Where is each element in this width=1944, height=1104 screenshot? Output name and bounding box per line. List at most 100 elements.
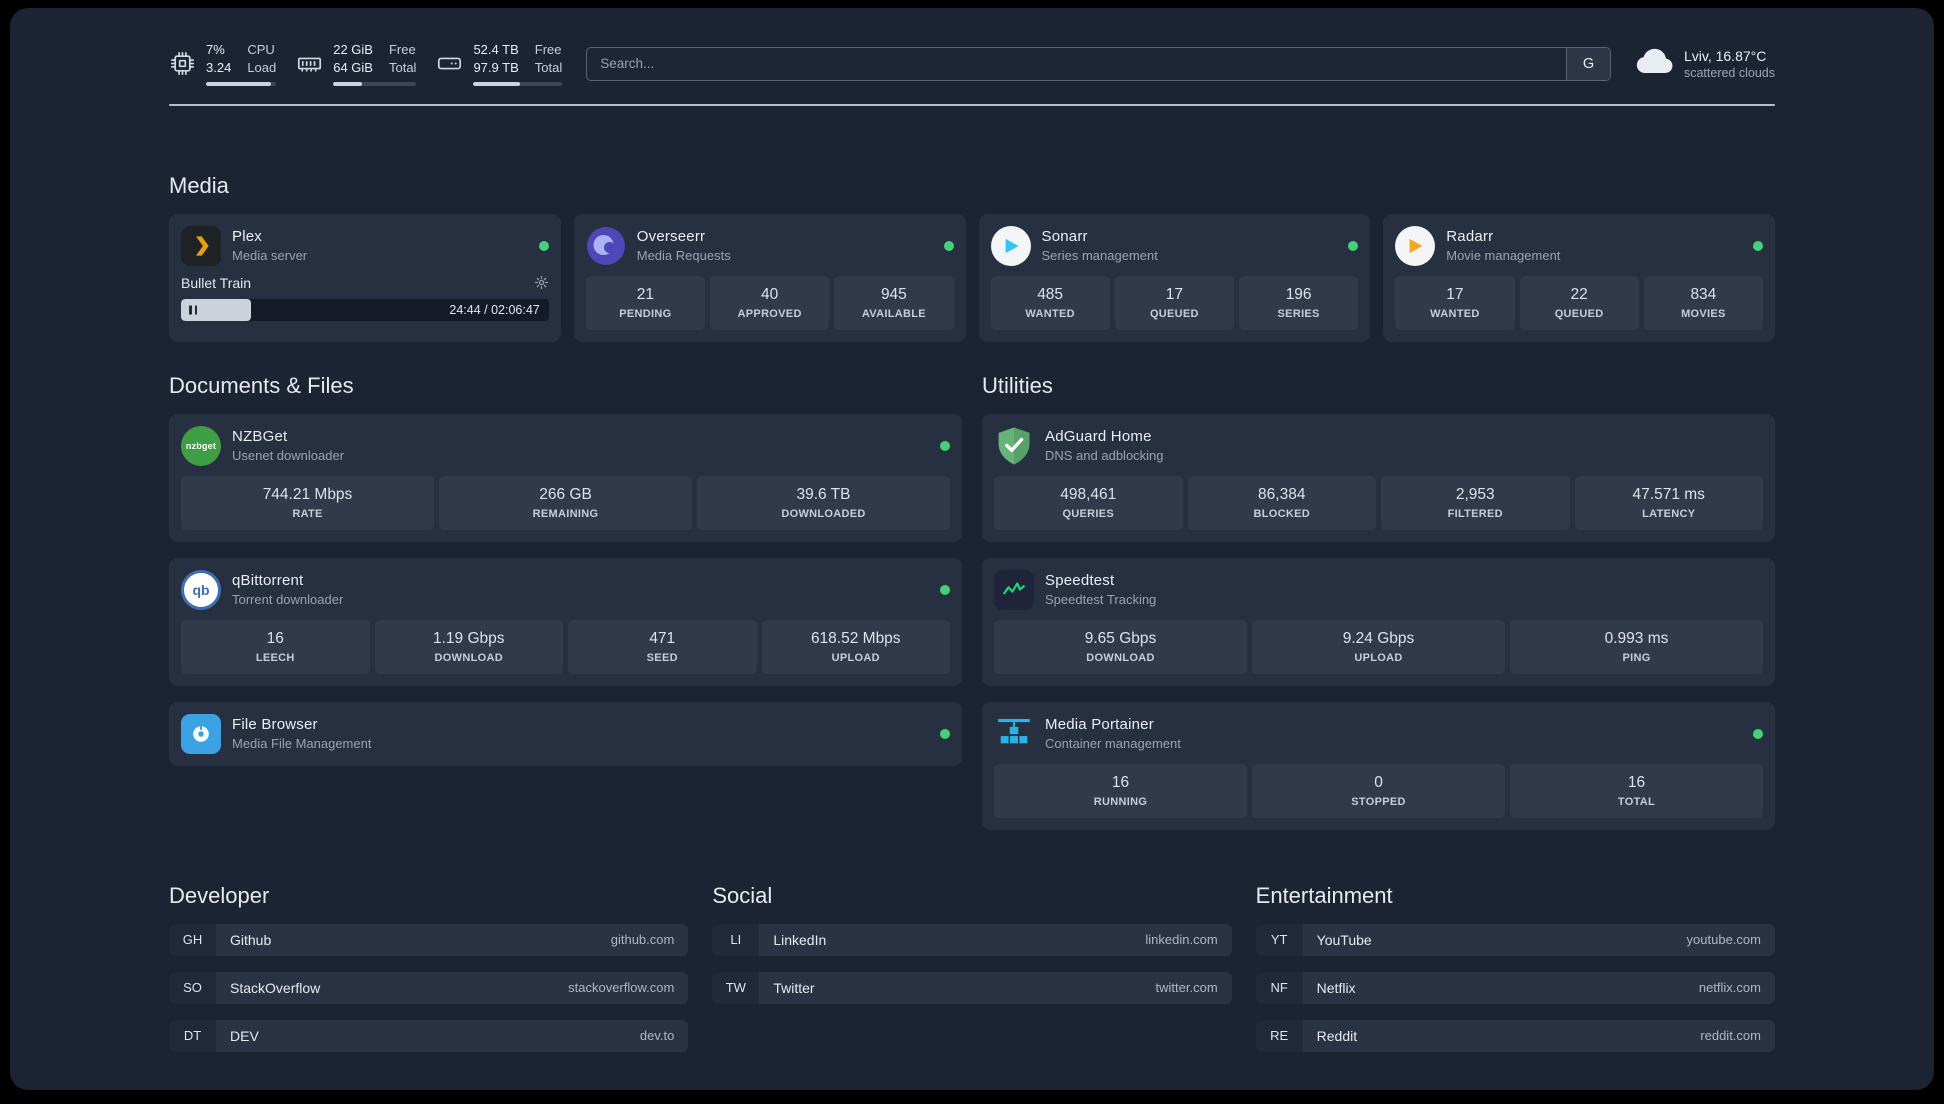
bookmark-name: LinkedIn [773,931,827,948]
service-text: Sonarr Series management [1042,228,1158,263]
bookmark-name: StackOverflow [230,979,321,996]
status-dot [940,728,950,739]
bookmark-dev[interactable]: DT DEV dev.to [169,1019,689,1052]
service-description: Usenet downloader [232,448,345,464]
service-card-nzbget[interactable]: nzbget NZBGet Usenet downloader 744.21 M… [169,413,962,542]
service-card-radarr[interactable]: Radarr Movie management 17 WANTED 22 QUE… [1383,213,1775,342]
service-card-qbittorrent[interactable]: qb qBittorrent Torrent downloader 16 LEE… [169,557,962,686]
service-name: NZBGet [232,428,288,446]
memory-total-value: 64 GiB [333,59,373,75]
section-media: Media Plex Media server Bullet Train 24:… [169,172,1775,342]
search-input[interactable] [587,47,1566,80]
bookmark-list: GH Github github.com SO StackOverflow st… [169,923,689,1052]
bookmark-abbr: GH [169,923,216,956]
service-text: File Browser Media File Management [232,716,371,751]
stat-value: 9.24 Gbps [1342,629,1415,647]
bookmark-reddit[interactable]: RE Reddit reddit.com [1255,1019,1775,1052]
bookmark-body: YouTube youtube.com [1302,923,1775,956]
cpu-progress-bar [206,81,277,86]
now-playing-title: Bullet Train [181,274,252,291]
stat-tile: 498,461 QUERIES [994,475,1183,530]
service-card-overseerr[interactable]: Overseerr Media Requests 21 PENDING 40 A… [573,213,966,342]
stat-label: QUEUED [1149,307,1199,320]
status-dot [1753,240,1763,251]
adguard-icon [994,426,1034,466]
status-dot [940,440,950,451]
bookmark-name: Twitter [773,979,815,996]
service-description: Series management [1041,248,1158,264]
service-name: Speedtest [1045,572,1115,590]
stat-label: LATENCY [1642,507,1696,520]
stat-value: 471 [649,629,676,647]
bookmark-body: DEV dev.to [216,1019,689,1052]
stat-label: LEECH [255,651,295,664]
filebrowser-icon [181,713,221,754]
service-card-filebrowser[interactable]: File Browser Media File Management [169,701,962,766]
stat-label: FILTERED [1447,507,1503,520]
stat-tile: 471 SEED [568,619,757,674]
stat-value: 47.571 ms [1632,485,1705,503]
service-card-sonarr[interactable]: Sonarr Series management 485 WANTED 17 Q… [978,213,1371,342]
memory-readout: 22 GiB Free 64 GiB Total [333,42,417,86]
stat-tile: 485 WANTED [990,275,1110,330]
stat-tile: 266 GB REMAINING [439,475,692,530]
bookmark-name: Github [230,931,272,948]
stat-tile: 40 APPROVED [710,275,830,330]
disk-total-label: Total [534,59,563,75]
bookmark-stackoverflow[interactable]: SO StackOverflow stackoverflow.com [169,971,689,1004]
gear-icon[interactable] [534,275,549,290]
cpu-readout: 7% CPU 3.24 Load [206,42,277,86]
service-header: Plex Media server [181,225,549,266]
section-title-media: Media [169,172,229,198]
service-description: DNS and adblocking [1045,448,1164,464]
stat-tile: 17 QUEUED [1114,275,1234,330]
service-card-adguard[interactable]: AdGuard Home DNS and adblocking 498,461 … [982,413,1775,542]
service-name: Radarr [1446,228,1494,246]
stat-tile: 22 QUEUED [1519,275,1639,330]
stat-label: RUNNING [1093,795,1148,808]
service-card-portainer[interactable]: Media Portainer Container management 16 … [982,701,1775,830]
pause-icon[interactable] [189,305,197,315]
stat-tile: 834 MOVIES [1643,275,1763,330]
stat-label: UPLOAD [1354,651,1403,664]
cpu-icon [169,50,196,77]
bookmark-body: Netflix netflix.com [1302,971,1775,1004]
lower-sections: Documents & Files nzbget NZBGet Usenet d… [169,372,1775,830]
stat-tile: 9.65 Gbps DOWNLOAD [994,619,1247,674]
stat-label: PING [1622,651,1651,664]
cpu-progress-fill [206,81,271,86]
bookmark-body: Twitter twitter.com [759,971,1232,1004]
stat-label: SERIES [1277,307,1320,320]
stat-tile: 1.19 Gbps DOWNLOAD [374,619,563,674]
bookmark-youtube[interactable]: YT YouTube youtube.com [1255,923,1775,956]
bookmark-name: Reddit [1316,1027,1358,1044]
bookmark-linkedin[interactable]: LI LinkedIn linkedin.com [712,923,1232,956]
search-provider-button[interactable]: G [1565,47,1610,80]
section-title-utilities: Utilities [982,372,1053,398]
stat-label: TOTAL [1617,795,1656,808]
playback-progress-bar[interactable]: 24:44 / 02:06:47 [181,298,549,321]
bookmark-twitter[interactable]: TW Twitter twitter.com [712,971,1232,1004]
bookmark-github[interactable]: GH Github github.com [169,923,689,956]
service-text: AdGuard Home DNS and adblocking [1045,428,1164,463]
stat-label: SEED [646,651,678,664]
stat-value: 0 [1374,773,1383,791]
service-card-speedtest[interactable]: Speedtest Speedtest Tracking 9.65 Gbps D… [982,557,1775,686]
service-header: Speedtest Speedtest Tracking [994,569,1763,610]
status-dot [1753,728,1763,739]
section-utilities: Utilities AdGuard Home DNS and adblockin… [982,372,1775,830]
stat-value: 266 GB [539,485,592,503]
memory-widget: 22 GiB Free 64 GiB Total [296,42,417,86]
cpu-usage-value: 7% [206,42,225,57]
nzbget-logo-text: nzbget [185,440,217,451]
stat-value: 0.993 ms [1604,629,1669,647]
bookmark-abbr: TW [712,971,760,1004]
stat-label: MOVIES [1681,307,1726,320]
service-header: File Browser Media File Management [181,713,950,754]
service-header: qb qBittorrent Torrent downloader [181,569,950,610]
service-card-plex[interactable]: Plex Media server Bullet Train 24:44 / 0… [169,213,561,342]
stat-tile: 39.6 TB DOWNLOADED [697,475,950,530]
stat-tile: 16 RUNNING [994,763,1247,818]
stat-tile: 21 PENDING [585,275,705,330]
bookmark-netflix[interactable]: NF Netflix netflix.com [1255,971,1775,1004]
